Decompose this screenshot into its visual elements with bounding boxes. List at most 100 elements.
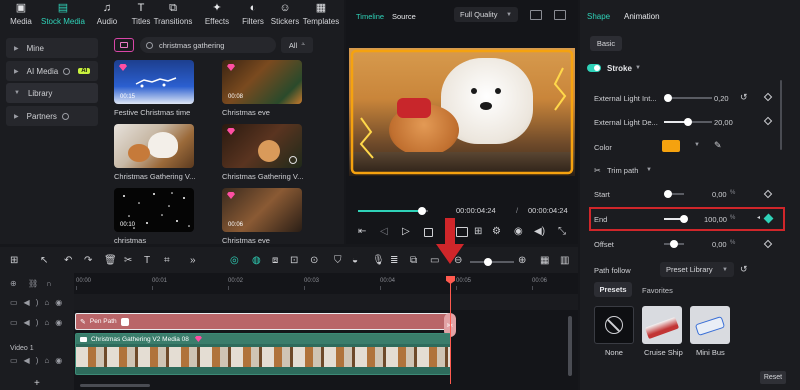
snapshot-icon[interactable] — [554, 10, 566, 20]
redo-icon[interactable]: ↷ — [84, 255, 98, 269]
timeline-scrollbar[interactable] — [568, 316, 572, 376]
timeline-hscrollbar[interactable] — [80, 384, 150, 387]
path-follow-dropdown[interactable]: Preset Library ▼ — [660, 262, 734, 277]
magnet-icon[interactable]: ∩ — [46, 279, 52, 288]
tab-audio[interactable]: ♫ Audio — [90, 2, 124, 32]
tab-templates[interactable]: ▦ Templates — [303, 2, 339, 32]
slider-knob[interactable] — [683, 118, 692, 126]
tab-filters[interactable]: ◐ Filters — [236, 2, 270, 32]
slider-knob[interactable] — [664, 190, 672, 198]
tab-transitions[interactable]: ⧉ Transitions — [154, 2, 193, 32]
playhead-line[interactable] — [450, 276, 451, 384]
filter-dropdown[interactable]: All ⩡ — [281, 37, 313, 53]
settings-icon[interactable]: ▥ — [560, 255, 574, 269]
cut-icon[interactable]: ✂ — [124, 255, 138, 269]
stroke-toggle[interactable] — [587, 64, 601, 72]
keyframe-prev-icon[interactable]: ◂ — [757, 214, 760, 221]
layout-icon[interactable]: ▦ — [540, 255, 554, 269]
premium-filter-button[interactable] — [114, 38, 134, 52]
reset-icon[interactable]: ↺ — [740, 264, 748, 275]
sidebar-item-ai-media[interactable]: ▶ AI Media AI — [6, 61, 98, 81]
tab-favorites[interactable]: Favorites — [642, 286, 673, 295]
settings-icon[interactable]: ⚙ — [492, 226, 501, 237]
split-icon[interactable]: ⧈ — [272, 255, 286, 269]
media-thumbnail[interactable] — [114, 124, 194, 168]
speed-icon[interactable]: ⊙ — [310, 255, 324, 269]
tab-animation[interactable]: Animation — [624, 12, 660, 21]
slider-knob[interactable] — [680, 215, 688, 223]
tab-stickers[interactable]: ☺ Stickers — [268, 2, 302, 32]
tab-timeline[interactable]: Timeline — [356, 12, 384, 21]
mask-icon[interactable]: ◒ — [352, 255, 366, 269]
favorite-icon[interactable] — [289, 156, 297, 164]
tab-stock-media[interactable]: ▤ Stock Media — [40, 2, 86, 32]
quality-dropdown[interactable]: Full Quality ▼ — [454, 7, 518, 22]
crop-icon[interactable]: ⌗ — [164, 255, 178, 269]
none-icon — [605, 316, 623, 334]
zoom-in-icon[interactable]: ⊕ — [518, 255, 532, 269]
link-icon[interactable]: ⛓ — [28, 279, 38, 288]
media-thumbnail[interactable]: 00:06 — [222, 188, 302, 232]
chevron-down-icon[interactable]: ▼ — [635, 65, 641, 71]
sidebar-item-mine[interactable]: ▶ Mine — [6, 38, 98, 58]
grid-layout-icon[interactable]: ⊞ — [10, 255, 24, 269]
delete-icon[interactable]: 🗑 — [104, 255, 118, 269]
fullscreen-icon[interactable]: ⤡ — [558, 226, 566, 237]
chevron-down-icon[interactable]: ▼ — [646, 167, 652, 173]
property-value[interactable]: 100,00 — [704, 215, 727, 224]
reset-icon[interactable]: ↺ — [740, 92, 748, 103]
tab-source[interactable]: Source — [392, 12, 416, 21]
chevron-down-icon[interactable]: ▼ — [694, 142, 700, 148]
tab-effects[interactable]: ✦ Effects — [200, 2, 234, 32]
mixer-icon[interactable]: ≣ — [390, 255, 404, 269]
tab-media[interactable]: ▣ Media — [4, 2, 38, 32]
property-value[interactable]: 0,00 — [712, 190, 727, 199]
slider-knob[interactable] — [670, 240, 678, 248]
search-box[interactable]: christmas gathering — [140, 37, 276, 53]
undo-icon[interactable]: ↶ — [64, 255, 78, 269]
volume-icon[interactable]: ◀) — [534, 226, 545, 237]
property-value[interactable]: 0,00 — [712, 240, 727, 249]
preset-cruise-ship[interactable] — [642, 306, 682, 344]
preset-none[interactable] — [594, 306, 634, 344]
preset-mini-bus[interactable] — [690, 306, 730, 344]
add-track-plus-icon[interactable]: + — [34, 378, 40, 389]
media-thumbnail[interactable]: 00:15 — [114, 60, 194, 104]
media-thumbnail[interactable]: 00:10 — [114, 188, 194, 232]
media-thumbnail[interactable] — [222, 124, 302, 168]
pen-path-clip[interactable]: ✎ Pen Path — [75, 313, 451, 330]
tab-shape[interactable]: Shape — [587, 12, 610, 21]
color-swatch[interactable] — [662, 140, 680, 152]
zoom-slider-knob[interactable] — [484, 258, 492, 266]
auto-beat-icon[interactable]: ◍ — [252, 255, 266, 269]
reset-button[interactable]: Reset — [760, 371, 786, 384]
text-icon[interactable]: T — [144, 255, 158, 269]
camera-icon[interactable]: ◉ — [514, 226, 523, 237]
video-clip[interactable]: Christmas Gathering V2 Media 08 — [75, 333, 451, 375]
add-track-icon[interactable]: ⊕ — [10, 279, 17, 288]
frame-back-icon[interactable]: ◁ — [380, 226, 388, 237]
mark-in-icon[interactable]: ⇤ — [358, 226, 366, 237]
stop-icon[interactable] — [424, 228, 433, 237]
shield-icon[interactable]: ⛉ — [334, 255, 348, 269]
media-thumbnail[interactable]: 00:08 — [222, 60, 302, 104]
sidebar-item-library[interactable]: ▼ Library — [6, 83, 98, 103]
property-value[interactable]: 0,20 — [714, 94, 729, 103]
pip-icon[interactable]: ⧉ — [410, 255, 424, 269]
render-icon[interactable]: ⊞ — [474, 226, 482, 237]
properties-scrollbar[interactable] — [780, 80, 782, 150]
sidebar-item-partners[interactable]: ▶ Partners — [6, 106, 98, 126]
subtab-basic[interactable]: Basic — [590, 36, 622, 51]
select-icon[interactable]: ↖ — [40, 255, 54, 269]
play-icon[interactable]: ▷ — [402, 226, 410, 237]
search-input[interactable]: christmas gathering — [159, 41, 224, 50]
eyedropper-icon[interactable]: ✎ — [714, 140, 722, 151]
ai-copilot-icon[interactable]: ◎ — [230, 255, 244, 269]
keyframe-tool-icon[interactable]: ⊡ — [290, 255, 304, 269]
property-value[interactable]: 20,00 — [714, 118, 733, 127]
mic-icon[interactable]: 🎙 — [372, 255, 386, 269]
more-icon[interactable]: » — [190, 255, 204, 269]
grid-icon[interactable] — [530, 10, 542, 20]
zoom-slider-track[interactable] — [470, 261, 514, 263]
tab-presets[interactable]: Presets — [594, 282, 632, 297]
